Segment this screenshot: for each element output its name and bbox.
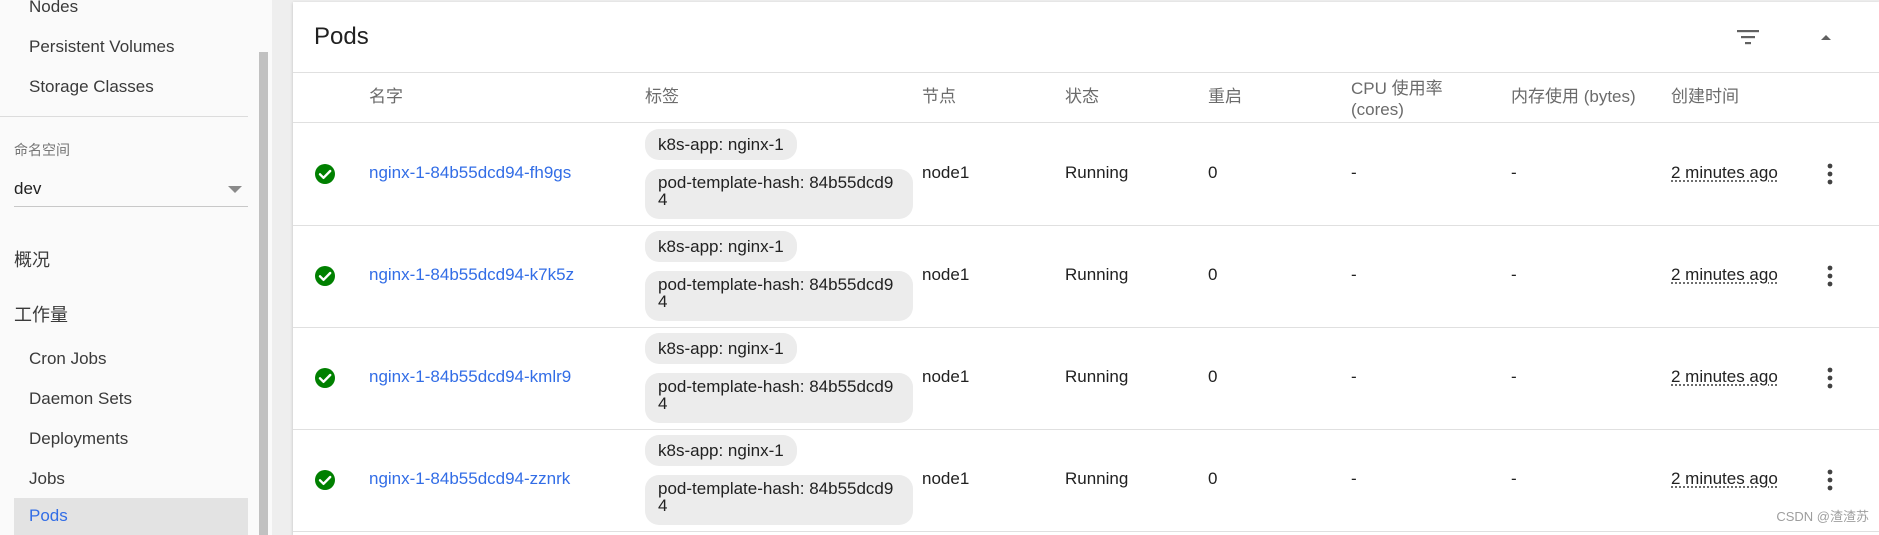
table-row: nginx-1-84b55dcd94-zznrk k8s-app: nginx-1…: [293, 429, 1879, 532]
check-circle-icon: [315, 470, 335, 490]
label-chip: k8s-app: nginx-1: [645, 435, 797, 466]
status-cell: Running: [1065, 163, 1129, 182]
memory-cell: -: [1511, 469, 1517, 488]
check-circle-icon: [315, 368, 335, 388]
created-cell: 2 minutes ago: [1671, 163, 1778, 182]
created-cell: 2 minutes ago: [1671, 367, 1778, 386]
cpu-cell: -: [1351, 367, 1357, 386]
table-row: nginx-1-84b55dcd94-k7k5z k8s-app: nginx-1…: [293, 225, 1879, 328]
memory-cell: -: [1511, 367, 1517, 386]
restarts-cell: 0: [1208, 367, 1218, 386]
column-header-status[interactable]: 状态: [1065, 86, 1099, 107]
label-chip: k8s-app: nginx-1: [645, 129, 797, 160]
memory-cell: -: [1511, 163, 1517, 182]
sidebar-item-workloads[interactable]: 工作量: [14, 301, 68, 327]
chevron-up-icon[interactable]: [1813, 26, 1839, 48]
column-header-cpu: CPU 使用率 (cores): [1351, 79, 1443, 119]
watermark: CSDN @渣渣苏: [1776, 509, 1869, 524]
filter-icon[interactable]: [1735, 26, 1761, 48]
check-circle-icon: [315, 164, 335, 184]
sidebar-item-storage-classes[interactable]: Storage Classes: [29, 77, 154, 97]
node-cell: node1: [922, 265, 970, 284]
pod-name-link[interactable]: nginx-1-84b55dcd94-zznrk: [369, 469, 570, 489]
table-row: nginx-1-84b55dcd94-kmlr9 k8s-app: nginx-1…: [293, 327, 1879, 430]
cpu-cell: -: [1351, 163, 1357, 182]
sidebar-item-deployments[interactable]: Deployments: [29, 429, 128, 449]
namespace-caption: 命名空间: [14, 142, 70, 158]
restarts-cell: 0: [1208, 163, 1218, 182]
sidebar-item-cron-jobs[interactable]: Cron Jobs: [29, 349, 106, 369]
more-vert-icon[interactable]: [1826, 468, 1834, 492]
status-cell: Running: [1065, 265, 1129, 284]
node-cell: node1: [922, 367, 970, 386]
dropdown-arrow-icon: [228, 186, 242, 193]
sidebar-item-overview[interactable]: 概况: [14, 246, 50, 272]
memory-cell: -: [1511, 265, 1517, 284]
pods-card-header: Pods: [293, 2, 1879, 73]
sidebar-item-jobs[interactable]: Jobs: [29, 469, 65, 489]
cpu-cell: -: [1351, 469, 1357, 488]
column-header-restarts[interactable]: 重启: [1208, 86, 1242, 107]
column-header-memory: 内存使用 (bytes): [1511, 87, 1636, 106]
sidebar-item-persistent-volumes[interactable]: Persistent Volumes: [29, 37, 175, 57]
column-header-name[interactable]: 名字: [369, 86, 403, 107]
pods-card: Pods 名字 标签 节点 状态 重启 CPU 使用率 (cores) 内存使用…: [293, 2, 1879, 535]
pod-name-link[interactable]: nginx-1-84b55dcd94-kmlr9: [369, 367, 571, 387]
column-header-node[interactable]: 节点: [922, 86, 956, 107]
sidebar-divider: [0, 116, 248, 117]
sidebar-item-pods[interactable]: Pods: [14, 498, 248, 535]
sidebar-item-nodes[interactable]: Nodes: [29, 0, 78, 17]
label-chip: pod-template-hash: 84b55dcd94: [645, 271, 913, 321]
label-chip: k8s-app: nginx-1: [645, 333, 797, 364]
node-cell: node1: [922, 469, 970, 488]
created-cell: 2 minutes ago: [1671, 265, 1778, 284]
label-chip: pod-template-hash: 84b55dcd94: [645, 373, 913, 423]
more-vert-icon[interactable]: [1826, 264, 1834, 288]
status-cell: Running: [1065, 469, 1129, 488]
more-vert-icon[interactable]: [1826, 162, 1834, 186]
sidebar-item-daemon-sets[interactable]: Daemon Sets: [29, 389, 132, 409]
column-header-labels: 标签: [645, 87, 679, 106]
restarts-cell: 0: [1208, 469, 1218, 488]
check-circle-icon: [315, 266, 335, 286]
cpu-cell: -: [1351, 265, 1357, 284]
namespace-value: dev: [14, 179, 42, 198]
table-row: nginx-1-84b55dcd94-fh9gs k8s-app: nginx-1…: [293, 123, 1879, 226]
namespace-select[interactable]: dev: [14, 176, 248, 207]
sidebar: Nodes Persistent Volumes Storage Classes…: [0, 0, 272, 535]
pods-card-title: Pods: [314, 23, 369, 50]
more-vert-icon[interactable]: [1826, 366, 1834, 390]
sidebar-scrollbar[interactable]: [259, 52, 268, 535]
sidebar-item-pods-label: Pods: [29, 506, 68, 525]
created-cell: 2 minutes ago: [1671, 469, 1778, 488]
pod-name-link[interactable]: nginx-1-84b55dcd94-fh9gs: [369, 163, 571, 183]
label-chip: pod-template-hash: 84b55dcd94: [645, 475, 913, 525]
node-cell: node1: [922, 163, 970, 182]
status-cell: Running: [1065, 367, 1129, 386]
restarts-cell: 0: [1208, 265, 1218, 284]
label-chip: pod-template-hash: 84b55dcd94: [645, 169, 913, 219]
column-header-created[interactable]: 创建时间: [1671, 86, 1739, 107]
label-chip: k8s-app: nginx-1: [645, 231, 797, 262]
pod-name-link[interactable]: nginx-1-84b55dcd94-k7k5z: [369, 265, 574, 285]
